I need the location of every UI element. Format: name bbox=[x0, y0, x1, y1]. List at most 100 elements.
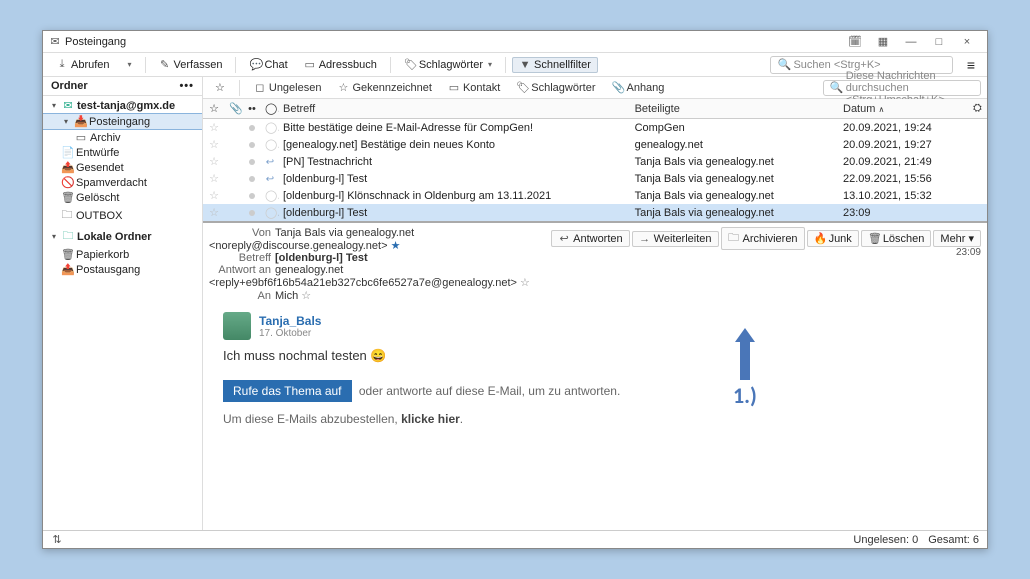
star-icon[interactable]: ☆ bbox=[209, 207, 219, 219]
chevron-down-icon: ▾ bbox=[488, 60, 492, 69]
junk-button[interactable]: 🔥Junk bbox=[807, 230, 859, 247]
row-from: Tanja Bals via genealogy.net bbox=[631, 207, 839, 219]
filter-starred[interactable]: ☆Gekennzeichnet bbox=[331, 81, 438, 94]
message-row[interactable]: ☆ ◯[oldenburg-l] Klönschnack in Oldenburg… bbox=[203, 187, 987, 204]
poster-name[interactable]: Tanja_Bals bbox=[259, 314, 321, 328]
folder-local-trash[interactable]: 🗑Papierkorb bbox=[43, 247, 202, 262]
unread-icon: ◻ bbox=[254, 81, 266, 94]
message-list[interactable]: ☆◯Bitte bestätige deine E-Mail-Adresse f… bbox=[203, 119, 987, 221]
message-row[interactable]: ☆◯[genealogy.net] Bestätige dein neues K… bbox=[203, 136, 987, 153]
compose-button[interactable]: ✎Verfassen bbox=[152, 56, 230, 73]
trash-icon: 🗑 bbox=[868, 232, 880, 245]
star-icon[interactable]: ☆ bbox=[209, 173, 219, 185]
folder-sent[interactable]: 📤Gesendet bbox=[43, 160, 202, 175]
reply-button[interactable]: ↩Antworten bbox=[551, 230, 630, 247]
folder-drafts[interactable]: 📄Entwürfe bbox=[43, 145, 202, 160]
filter-unread[interactable]: ◻Ungelesen bbox=[248, 81, 328, 94]
star-icon[interactable]: ★ bbox=[391, 240, 401, 252]
account-node[interactable]: ▾✉test-tanja@gmx.de bbox=[43, 98, 202, 113]
star-icon[interactable]: ☆ bbox=[209, 156, 219, 168]
mail-icon: ✉ bbox=[49, 35, 61, 48]
maximize-button[interactable]: □ bbox=[925, 36, 953, 48]
mail-icon: ✉ bbox=[62, 99, 74, 112]
star-icon[interactable]: ☆ bbox=[209, 122, 219, 134]
sidebar-menu-icon[interactable]: ••• bbox=[179, 80, 194, 92]
col-subject[interactable]: Betreff bbox=[279, 103, 631, 115]
star-icon[interactable]: ☆ bbox=[209, 190, 219, 202]
visit-topic-button[interactable]: Rufe das Thema auf bbox=[223, 380, 352, 402]
unsubscribe-link[interactable]: klicke hier bbox=[401, 412, 460, 426]
close-button[interactable]: × bbox=[953, 36, 981, 48]
row-date: 22.09.2021, 15:56 bbox=[839, 173, 969, 185]
sent-icon: 📤 bbox=[61, 161, 73, 174]
read-dot-icon[interactable] bbox=[249, 210, 255, 216]
folder-trash[interactable]: 🗑Gelöscht bbox=[43, 190, 202, 205]
addressbook-icon: ▭ bbox=[304, 58, 316, 71]
col-picker[interactable]: ⛭ bbox=[969, 102, 987, 115]
col-thread[interactable]: ◯ bbox=[261, 102, 279, 115]
quickfilter-button[interactable]: ▼Schnellfilter bbox=[512, 57, 598, 73]
fetch-button[interactable]: ⤓Abrufen bbox=[49, 56, 117, 73]
forward-button[interactable]: →Weiterleiten bbox=[632, 231, 719, 247]
sync-icon[interactable]: ⇅ bbox=[51, 533, 63, 546]
message-row[interactable]: ☆↩[PN] TestnachrichtTanja Bals via genea… bbox=[203, 153, 987, 170]
forward-icon: → bbox=[639, 233, 651, 245]
row-subject: [genealogy.net] Bestätige dein neues Kon… bbox=[279, 139, 631, 151]
row-subject: [oldenburg-l] Klönschnack in Oldenburg a… bbox=[279, 190, 631, 202]
read-dot-icon[interactable] bbox=[249, 193, 255, 199]
chat-icon: 💬 bbox=[249, 58, 261, 71]
thread-circle-icon: ◯ bbox=[265, 122, 279, 134]
col-date[interactable]: Datum ∧ bbox=[839, 103, 969, 115]
star-icon[interactable]: ☆ bbox=[209, 139, 219, 151]
folder-local-outbox[interactable]: 📤Postausgang bbox=[43, 262, 202, 277]
poster-block: Tanja_Bals 17. Oktober bbox=[223, 312, 967, 340]
folder-sidebar: Ordner ••• ▾✉test-tanja@gmx.de ▾📥Postein… bbox=[43, 77, 203, 530]
more-button[interactable]: Mehr▾ bbox=[933, 230, 981, 247]
local-folders-node[interactable]: ▾🗀Lokale Ordner bbox=[43, 226, 202, 247]
filter-attachment[interactable]: 📎Anhang bbox=[605, 81, 670, 94]
col-attachment[interactable]: 📎 bbox=[225, 102, 243, 115]
calendar-icon[interactable]: 🗓 bbox=[841, 35, 869, 48]
search-icon: 🔍 bbox=[830, 81, 842, 94]
tasks-icon[interactable]: ▦ bbox=[869, 35, 897, 48]
twisty-open-icon: ▾ bbox=[49, 232, 59, 241]
message-row[interactable]: ☆◯Bitte bestätige deine E-Mail-Adresse f… bbox=[203, 119, 987, 136]
minimize-button[interactable]: — bbox=[897, 36, 925, 48]
content-area: ☆ ◻Ungelesen ☆Gekennzeichnet ▭Kontakt 🏷S… bbox=[203, 77, 987, 530]
filter-tags[interactable]: 🏷Schlagwörter bbox=[510, 81, 601, 94]
col-star[interactable]: ☆ bbox=[203, 102, 225, 115]
tag-icon: 🏷 bbox=[404, 58, 416, 71]
archive-icon: 🗀 bbox=[728, 229, 740, 248]
row-from: CompGen bbox=[631, 122, 839, 134]
message-row[interactable]: ☆◯[oldenburg-l] TestTanja Bals via genea… bbox=[203, 204, 987, 221]
message-search[interactable]: 🔍 Diese Nachrichten durchsuchen <Strg+Um… bbox=[823, 80, 981, 96]
archive-button[interactable]: 🗀Archivieren bbox=[721, 227, 805, 250]
contact-icon: ▭ bbox=[448, 81, 460, 94]
delete-button[interactable]: 🗑Löschen bbox=[861, 230, 932, 247]
folder-archive[interactable]: ▭Archiv bbox=[43, 130, 202, 145]
read-dot-icon[interactable] bbox=[249, 125, 255, 131]
folder-spam[interactable]: 🚫Spamverdacht bbox=[43, 175, 202, 190]
message-row[interactable]: ☆↩[oldenburg-l] TestTanja Bals via genea… bbox=[203, 170, 987, 187]
read-dot-icon[interactable] bbox=[249, 176, 255, 182]
fetch-menu[interactable]: ▾ bbox=[119, 58, 139, 71]
unsubscribe-line: Um diese E-Mails abzubestellen, klicke h… bbox=[223, 412, 967, 426]
folder-icon: ▭ bbox=[75, 131, 87, 144]
read-dot-icon[interactable] bbox=[249, 159, 255, 165]
filter-keep-icon[interactable]: ☆ bbox=[209, 81, 231, 94]
tags-button[interactable]: 🏷Schlagwörter▾ bbox=[397, 56, 499, 73]
folder-inbox[interactable]: ▾📥Posteingang bbox=[43, 113, 202, 130]
star-outline-icon[interactable]: ☆ bbox=[301, 290, 311, 302]
addressbook-button[interactable]: ▭Adressbuch bbox=[297, 56, 384, 73]
filter-contact[interactable]: ▭Kontakt bbox=[442, 81, 506, 94]
chat-button[interactable]: 💬Chat bbox=[242, 56, 294, 73]
read-dot-icon[interactable] bbox=[249, 142, 255, 148]
col-from[interactable]: Beteiligte bbox=[631, 103, 839, 115]
thread-circle-icon: ◯ bbox=[265, 190, 279, 202]
avatar bbox=[223, 312, 251, 340]
folder-icon: 🗀 bbox=[61, 206, 73, 225]
star-outline-icon[interactable]: ☆ bbox=[520, 277, 530, 289]
status-unread: Ungelesen: 0 bbox=[853, 534, 918, 546]
folder-outbox[interactable]: 🗀OUTBOX bbox=[43, 205, 202, 226]
col-read[interactable]: •• bbox=[243, 103, 261, 115]
